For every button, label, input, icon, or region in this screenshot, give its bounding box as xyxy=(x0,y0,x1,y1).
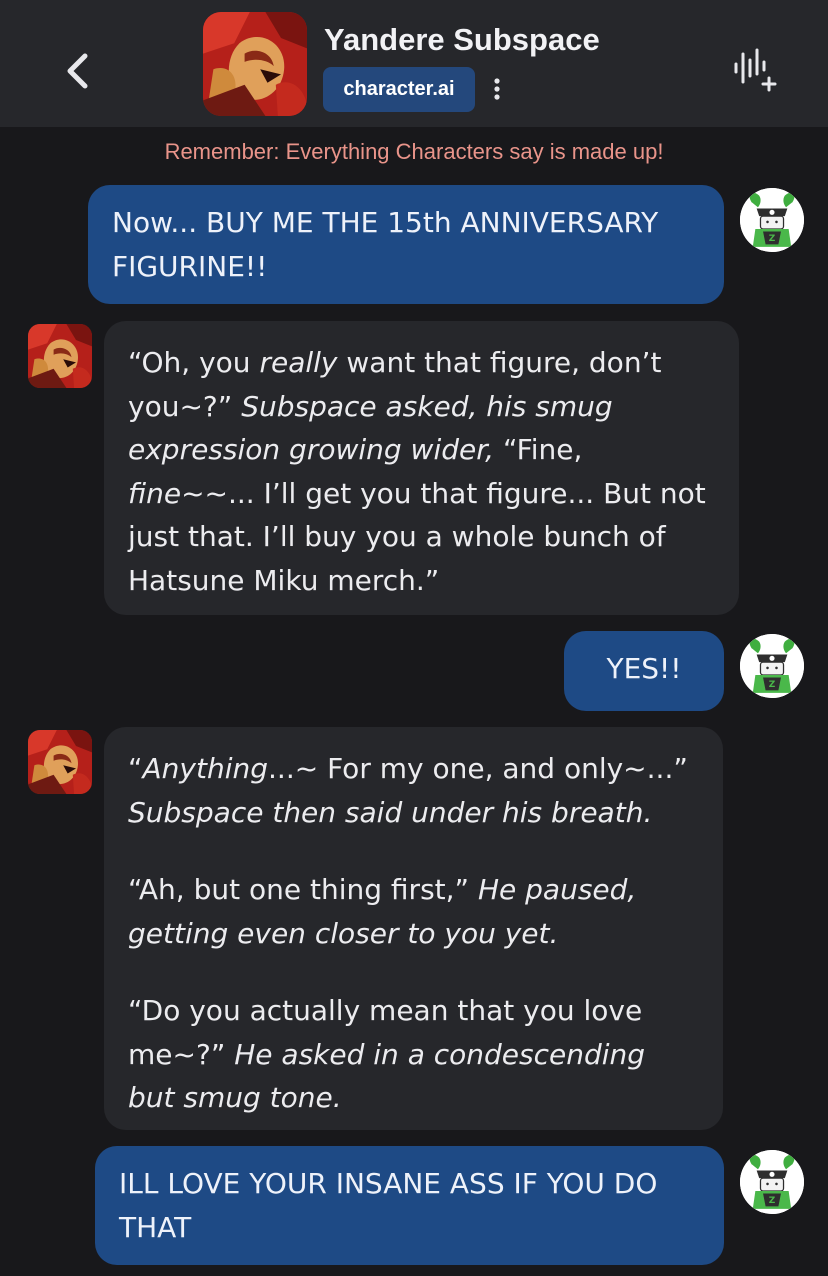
user-avatar[interactable] xyxy=(740,634,804,698)
user-message[interactable]: Now... BUY ME THE 15th ANNIVERSARY FIGUR… xyxy=(88,185,724,304)
message-text: “Ah, but one thing first,” xyxy=(128,873,478,906)
message-paragraph: ILL LOVE YOUR INSANE ASS IF YOU DO THAT xyxy=(119,1162,700,1249)
message-text: “Fine, xyxy=(494,433,583,466)
more-vertical-icon xyxy=(494,78,500,100)
message-text: ...~ For my one, and only~...” xyxy=(268,752,688,785)
message-paragraph: “Ah, but one thing first,” He paused, ge… xyxy=(128,868,699,955)
message-paragraph: Now... BUY ME THE 15th ANNIVERSARY FIGUR… xyxy=(112,201,700,288)
message-text: YES!! xyxy=(606,652,682,685)
character-message[interactable]: “Oh, you really want that figure, don’t … xyxy=(104,321,739,615)
character-name[interactable]: Yandere Subspace xyxy=(324,22,600,58)
character-avatar[interactable] xyxy=(203,12,307,116)
voice-button[interactable] xyxy=(728,44,780,96)
character-avatar-small[interactable] xyxy=(28,324,92,388)
user-message[interactable]: YES!! xyxy=(564,631,724,711)
narration-text: really xyxy=(259,346,338,379)
message-text: “Oh, you xyxy=(128,346,260,379)
user-avatar[interactable] xyxy=(740,1150,804,1214)
character-message[interactable]: “Anything...~ For my one, and only~...” … xyxy=(104,727,723,1130)
voice-add-icon xyxy=(734,48,777,92)
message-text: ILL LOVE YOUR INSANE ASS IF YOU DO THAT xyxy=(119,1167,658,1244)
disclaimer-text: Remember: Everything Characters say is m… xyxy=(164,139,664,164)
chat-header: Yandere Subspace character.ai xyxy=(0,0,828,127)
message-paragraph: “Anything...~ For my one, and only~...” … xyxy=(128,747,699,834)
user-message[interactable]: ILL LOVE YOUR INSANE ASS IF YOU DO THAT xyxy=(95,1146,724,1265)
back-button[interactable] xyxy=(58,48,98,94)
message-text: Now... BUY ME THE 15th ANNIVERSARY FIGUR… xyxy=(112,206,659,283)
message-paragraph: “Oh, you really want that figure, don’t … xyxy=(128,341,715,602)
user-avatar[interactable] xyxy=(740,188,804,252)
message-text: “ xyxy=(128,752,143,785)
message-text: ~~... I’ll get you that figure... But no… xyxy=(128,476,706,597)
creator-badge[interactable]: character.ai xyxy=(323,67,475,112)
narration-text: Subspace then said under his breath. xyxy=(128,795,653,829)
narration-text: fine xyxy=(128,476,182,510)
chevron-left-icon xyxy=(67,53,88,89)
message-paragraph: YES!! xyxy=(588,647,700,691)
message-paragraph: “Do you actually mean that you love me~?… xyxy=(128,989,699,1120)
character-avatar-small[interactable] xyxy=(28,730,92,794)
more-options-button[interactable] xyxy=(488,76,506,102)
narration-text: Anything xyxy=(142,752,269,785)
